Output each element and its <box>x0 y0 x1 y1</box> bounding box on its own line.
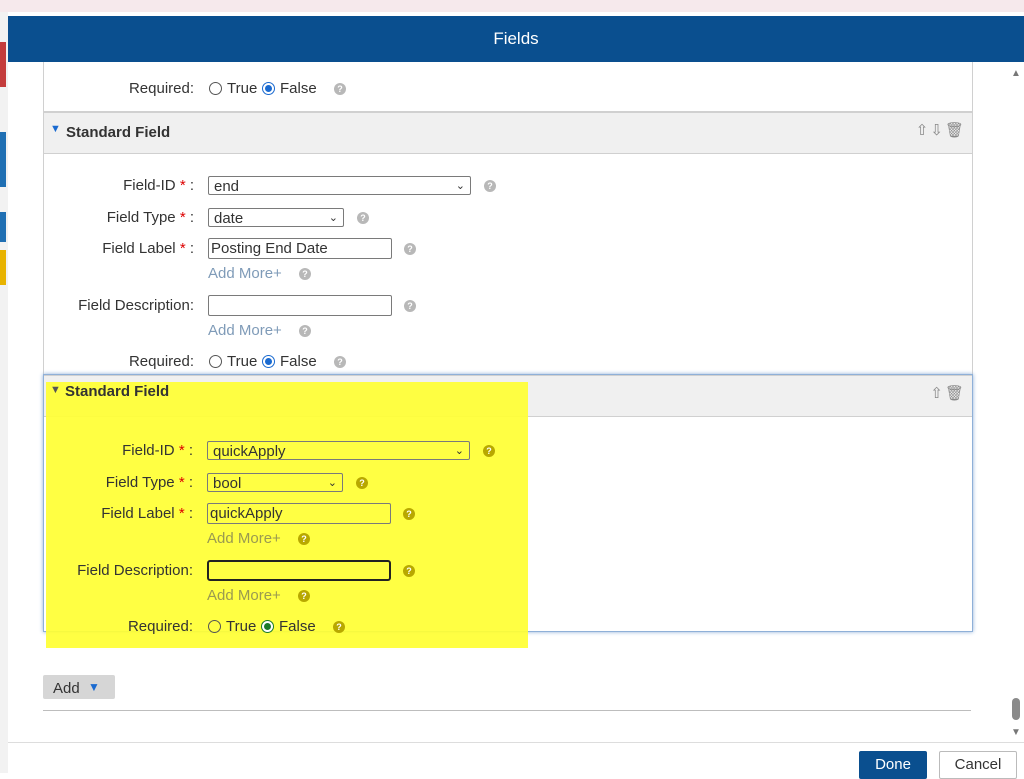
trash-icon[interactable]: 🗑 <box>945 385 966 402</box>
required-true-label: True <box>227 353 258 370</box>
fields-dialog: Fields Required: True False ? ▼ Standard… <box>8 16 1024 779</box>
help-icon[interactable]: ? <box>299 268 311 280</box>
field-card-partial: Required: True False ? <box>43 62 973 113</box>
required-true-radio[interactable] <box>209 355 222 368</box>
help-icon[interactable]: ? <box>404 300 416 312</box>
add-more-link[interactable]: Add More+ <box>208 265 282 282</box>
scroll-up-icon[interactable]: ▲ <box>1011 68 1021 79</box>
scroll-down-icon[interactable]: ▼ <box>1011 727 1021 738</box>
required-false-radio[interactable] <box>262 82 275 95</box>
help-icon[interactable]: ? <box>404 243 416 255</box>
required-true-radio[interactable] <box>209 82 222 95</box>
triangle-down-icon[interactable]: ▼ <box>50 123 61 135</box>
move-up-icon[interactable]: ⇧ <box>930 385 945 402</box>
help-icon[interactable]: ? <box>334 83 346 95</box>
field-card-end: ▼ Standard Field ⇧⇩🗑 Field-ID * : end ⌄ ?… <box>43 111 973 377</box>
dialog-title: Fields <box>8 16 1024 62</box>
add-more-link[interactable]: Add More+ <box>208 322 282 339</box>
background-page-left <box>0 12 8 773</box>
background-page-strip <box>0 0 1024 12</box>
field-label-label: Field Label * : <box>102 240 194 257</box>
required-false-label: False <box>280 353 317 370</box>
divider <box>43 710 971 711</box>
help-icon[interactable]: ? <box>484 180 496 192</box>
done-button[interactable]: Done <box>859 751 927 779</box>
highlight-overlay <box>46 382 528 648</box>
field-description-label: Field Description: <box>78 297 194 314</box>
cancel-button[interactable]: Cancel <box>939 751 1017 779</box>
trash-icon[interactable]: 🗑 <box>945 122 966 139</box>
required-label: Required: <box>128 80 194 97</box>
move-down-icon[interactable]: ⇩ <box>930 122 945 139</box>
field-description-input[interactable] <box>208 295 392 316</box>
help-icon[interactable]: ? <box>357 212 369 224</box>
triangle-down-icon: ▼ <box>88 680 100 694</box>
field-id-label: Field-ID * : <box>123 177 194 194</box>
field-id-select[interactable]: end ⌄ <box>208 176 471 195</box>
field-label-input[interactable]: Posting End Date <box>208 238 392 259</box>
field-type-label: Field Type * : <box>106 209 194 226</box>
scroll-thumb[interactable] <box>1012 698 1020 720</box>
required-label: Required: <box>128 353 194 370</box>
vertical-scrollbar[interactable]: ▲ ▼ <box>1008 62 1024 744</box>
dialog-footer: Done Cancel <box>8 742 1024 779</box>
add-button[interactable]: Add ▼ <box>43 675 115 699</box>
move-up-icon[interactable]: ⇧ <box>916 122 931 139</box>
help-icon[interactable]: ? <box>299 325 311 337</box>
required-false-radio[interactable] <box>262 355 275 368</box>
card-title: Standard Field <box>66 124 171 141</box>
card-header[interactable]: ▼ Standard Field ⇧⇩🗑 <box>44 112 972 154</box>
field-type-select[interactable]: date ⌄ <box>208 208 344 227</box>
required-false-label: False <box>280 80 317 97</box>
required-true-label: True <box>227 80 258 97</box>
help-icon[interactable]: ? <box>334 356 346 368</box>
